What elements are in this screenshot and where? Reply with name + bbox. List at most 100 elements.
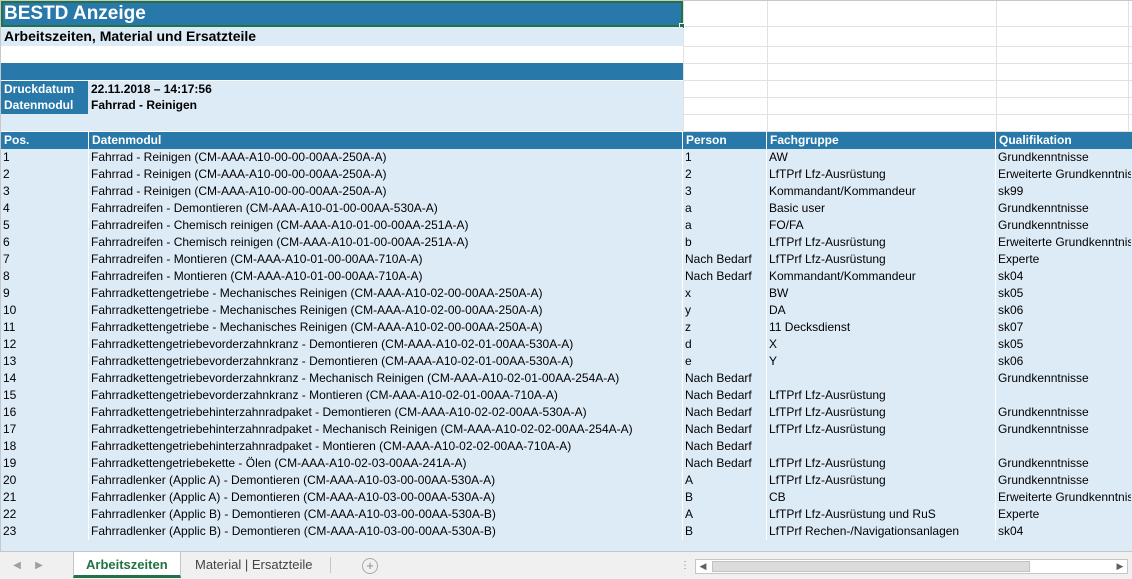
cell-pos[interactable]: 6 xyxy=(1,234,88,251)
sheet-subtitle[interactable]: Arbeitszeiten, Material und Ersatzteile xyxy=(1,27,683,46)
cell-datenmodul[interactable]: Fahrradkettengetriebevorderzahnkranz - D… xyxy=(89,336,682,353)
cell-fachgruppe[interactable]: Kommandant/Kommandeur xyxy=(767,183,995,200)
cell-qualifikation[interactable]: sk06 xyxy=(996,353,1131,370)
cell-fachgruppe[interactable]: CB xyxy=(767,489,995,506)
cell-qualifikation[interactable]: sk99 xyxy=(996,183,1131,200)
tab-arbeitszeiten[interactable]: Arbeitszeiten xyxy=(73,552,181,578)
cell-fachgruppe[interactable]: LfTPrf Lfz-Ausrüstung xyxy=(767,404,995,421)
cell-pos[interactable]: 2 xyxy=(1,166,88,183)
table-row[interactable]: 19 Fahrradkettengetriebekette - Ölen (CM-… xyxy=(1,455,1132,472)
cell-datenmodul[interactable]: Fahrradreifen - Montieren (CM-AAA-A10-01… xyxy=(89,268,682,285)
table-row[interactable]: 11 Fahrradkettengetriebe - Mechanisches R… xyxy=(1,319,1132,336)
cell-fachgruppe[interactable]: LfTPrf Lfz-Ausrüstung xyxy=(767,166,995,183)
cell-datenmodul[interactable]: Fahrradreifen - Montieren (CM-AAA-A10-01… xyxy=(89,251,682,268)
cell-datenmodul[interactable]: Fahrradkettengetriebevorderzahnkranz - D… xyxy=(89,353,682,370)
table-row[interactable]: 3 Fahrrad - Reinigen (CM-AAA-A10-00-00-00… xyxy=(1,183,1132,200)
cell-pos[interactable]: 5 xyxy=(1,217,88,234)
cell-datenmodul[interactable]: Fahrradkettengetriebevorderzahnkranz - M… xyxy=(89,387,682,404)
cell-datenmodul[interactable]: Fahrradlenker (Applic B) - Demontieren (… xyxy=(89,506,682,523)
cell-fachgruppe[interactable]: FO/FA xyxy=(767,217,995,234)
column-header-person[interactable]: Person xyxy=(683,132,727,149)
table-row[interactable]: 4 Fahrradreifen - Demontieren (CM-AAA-A10… xyxy=(1,200,1132,217)
cell-pos[interactable]: 21 xyxy=(1,489,88,506)
cell-pos[interactable]: 9 xyxy=(1,285,88,302)
cell-fachgruppe[interactable]: AW xyxy=(767,149,995,166)
cell-datenmodul[interactable]: Fahrradkettengetriebehinterzahnradpaket … xyxy=(89,438,682,455)
cell-fachgruppe[interactable]: LfTPrf Lfz-Ausrüstung xyxy=(767,455,995,472)
table-row[interactable]: 18 Fahrradkettengetriebehinterzahnradpake… xyxy=(1,438,1132,455)
cell-qualifikation[interactable]: Grundkenntnisse xyxy=(996,421,1131,438)
table-row[interactable]: 7 Fahrradreifen - Montieren (CM-AAA-A10-0… xyxy=(1,251,1132,268)
cell-pos[interactable]: 7 xyxy=(1,251,88,268)
cell-pos[interactable]: 13 xyxy=(1,353,88,370)
cell-fachgruppe[interactable]: LfTPrf Lfz-Ausrüstung xyxy=(767,472,995,489)
table-row[interactable]: 13 Fahrradkettengetriebevorderzahnkranz -… xyxy=(1,353,1132,370)
column-header-pos[interactable]: Pos. xyxy=(1,132,29,149)
cell-datenmodul[interactable]: Fahrradlenker (Applic A) - Demontieren (… xyxy=(89,489,682,506)
cell-person[interactable]: a xyxy=(683,200,766,217)
cell-pos[interactable]: 3 xyxy=(1,183,88,200)
cell-fachgruppe[interactable]: DA xyxy=(767,302,995,319)
cell-fachgruppe[interactable]: LfTPrf Lfz-Ausrüstung xyxy=(767,251,995,268)
cell-pos[interactable]: 16 xyxy=(1,404,88,421)
plus-circle-icon[interactable]: + xyxy=(362,558,378,574)
cell-qualifikation[interactable]: Grundkenntnisse xyxy=(996,472,1131,489)
column-header-qualifikation[interactable]: Qualifikation xyxy=(996,132,1072,149)
meta-row-print-date[interactable]: Druckdatum 22.11.2018 – 14:17:56 xyxy=(1,81,683,98)
cell-datenmodul[interactable]: Fahrradlenker (Applic A) - Demontieren (… xyxy=(89,472,682,489)
cell-pos[interactable]: 22 xyxy=(1,506,88,523)
cell-pos[interactable]: 18 xyxy=(1,438,88,455)
cell-datenmodul[interactable]: Fahrradkettengetriebe - Mechanisches Rei… xyxy=(89,319,682,336)
cell-person[interactable]: Nach Bedarf xyxy=(683,251,766,268)
table-row[interactable]: 2 Fahrrad - Reinigen (CM-AAA-A10-00-00-00… xyxy=(1,166,1132,183)
cell-datenmodul[interactable]: Fahrradkettengetriebehinterzahnradpaket … xyxy=(89,404,682,421)
cell-qualifikation[interactable]: Grundkenntnisse xyxy=(996,200,1131,217)
tab-splitter-handle[interactable]: ⋮ xyxy=(680,559,690,573)
cell-person[interactable]: 3 xyxy=(683,183,766,200)
cell-fachgruppe[interactable]: Kommandant/Kommandeur xyxy=(767,268,995,285)
cell-datenmodul[interactable]: Fahrradlenker (Applic B) - Demontieren (… xyxy=(89,523,682,540)
table-row[interactable]: 1 Fahrrad - Reinigen (CM-AAA-A10-00-00-00… xyxy=(1,149,1132,166)
cell-person[interactable]: Nach Bedarf xyxy=(683,421,766,438)
table-row[interactable]: 21 Fahrradlenker (Applic A) - Demontieren… xyxy=(1,489,1132,506)
cell-person[interactable]: Nach Bedarf xyxy=(683,370,766,387)
cell-fachgruppe[interactable] xyxy=(767,370,995,387)
cell-person[interactable]: Nach Bedarf xyxy=(683,268,766,285)
cell-pos[interactable]: 19 xyxy=(1,455,88,472)
cell-person[interactable]: B xyxy=(683,523,766,540)
cell-person[interactable]: y xyxy=(683,302,766,319)
cell-fachgruppe[interactable]: Basic user xyxy=(767,200,995,217)
cell-fachgruppe[interactable]: X xyxy=(767,336,995,353)
table-row[interactable]: 6 Fahrradreifen - Chemisch reinigen (CM-A… xyxy=(1,234,1132,251)
cell-pos[interactable]: 17 xyxy=(1,421,88,438)
cell-person[interactable]: Nach Bedarf xyxy=(683,438,766,455)
cell-datenmodul[interactable]: Fahrradreifen - Chemisch reinigen (CM-AA… xyxy=(89,234,682,251)
scroll-right-icon[interactable]: ▶ xyxy=(1113,560,1127,573)
spreadsheet-grid[interactable]: BESTD Anzeige Arbeitszeiten, Material un… xyxy=(0,0,1132,551)
cell-datenmodul[interactable]: Fahrradreifen - Chemisch reinigen (CM-AA… xyxy=(89,217,682,234)
cell-qualifikation[interactable] xyxy=(996,387,1131,404)
cell-person[interactable]: e xyxy=(683,353,766,370)
cell-fachgruppe[interactable]: LfTPrf Lfz-Ausrüstung xyxy=(767,387,995,404)
table-row[interactable]: 23 Fahrradlenker (Applic B) - Demontieren… xyxy=(1,523,1132,540)
cell-qualifikation[interactable]: Erweiterte Grundkenntnisse xyxy=(996,489,1131,506)
table-row[interactable]: 16 Fahrradkettengetriebehinterzahnradpake… xyxy=(1,404,1132,421)
table-row[interactable]: 20 Fahrradlenker (Applic A) - Demontieren… xyxy=(1,472,1132,489)
cell-qualifikation[interactable]: Erweiterte Grundkenntnisse xyxy=(996,166,1131,183)
cell-pos[interactable]: 10 xyxy=(1,302,88,319)
cell-qualifikation[interactable]: Experte xyxy=(996,506,1131,523)
cell-fachgruppe[interactable] xyxy=(767,438,995,455)
chevron-left-icon[interactable]: ◀ xyxy=(10,560,24,572)
cell-qualifikation[interactable]: Grundkenntnisse xyxy=(996,149,1131,166)
cell-datenmodul[interactable]: Fahrrad - Reinigen (CM-AAA-A10-00-00-00A… xyxy=(89,149,682,166)
cell-pos[interactable]: 23 xyxy=(1,523,88,540)
cell-pos[interactable]: 4 xyxy=(1,200,88,217)
cell-fachgruppe[interactable]: LfTPrf Lfz-Ausrüstung und RuS xyxy=(767,506,995,523)
sheet-title[interactable]: BESTD Anzeige xyxy=(1,1,683,26)
cell-pos[interactable]: 11 xyxy=(1,319,88,336)
cell-qualifikation[interactable]: Grundkenntnisse xyxy=(996,370,1131,387)
cell-qualifikation[interactable]: sk07 xyxy=(996,319,1131,336)
cell-person[interactable]: z xyxy=(683,319,766,336)
cell-pos[interactable]: 14 xyxy=(1,370,88,387)
cell-qualifikation[interactable]: Grundkenntnisse xyxy=(996,404,1131,421)
